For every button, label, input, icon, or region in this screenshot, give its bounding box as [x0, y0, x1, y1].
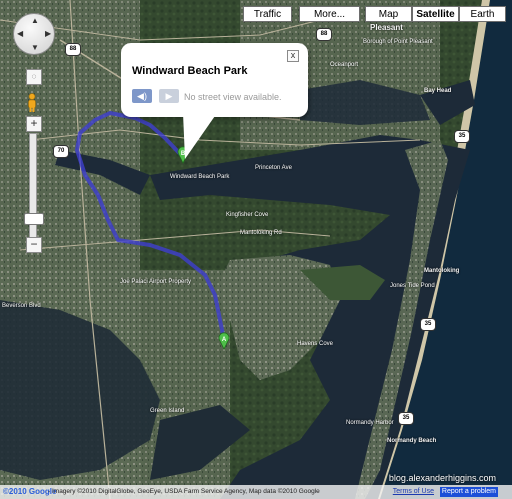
pan-down-icon[interactable]: ▼: [31, 43, 39, 52]
label-normandy-beach: Normandy Beach: [387, 438, 437, 444]
label-jones-tide-pond: Jones Tide Pond: [390, 283, 435, 289]
map-canvas[interactable]: Windward Beach Park Kingfisher Cove Mant…: [0, 0, 512, 499]
map-type-traffic-button[interactable]: Traffic: [243, 6, 292, 22]
pan-control[interactable]: ▲ ▼ ◀ ▶: [13, 13, 55, 55]
route-shield-35: 35: [454, 130, 470, 143]
zoom-in-button[interactable]: +: [26, 116, 42, 132]
label-green-island: Green Island: [150, 408, 185, 414]
marker-a[interactable]: A: [218, 332, 230, 350]
label-bay-head: Bay Head: [424, 88, 452, 94]
map-type-earth-button[interactable]: Earth: [459, 6, 506, 22]
pan-right-icon[interactable]: ▶: [45, 29, 51, 38]
marker-a-label: A: [222, 337, 227, 343]
map-type-map-button[interactable]: Map: [365, 6, 412, 22]
info-window-tail: [183, 113, 217, 159]
label-kingfisher-cove: Kingfisher Cove: [226, 212, 269, 218]
report-problem-link[interactable]: Report a problem: [439, 487, 498, 497]
attribution-bar: ©2010 Google - Imagery ©2010 DigitalGlob…: [0, 485, 512, 499]
zoom-slider-thumb[interactable]: [24, 213, 44, 225]
watermark: blog.alexanderhiggins.com: [388, 473, 496, 483]
label-oceanport: Oceanport: [330, 62, 359, 68]
close-button[interactable]: x: [287, 50, 299, 62]
info-window-title: Windward Beach Park: [132, 65, 248, 77]
street-view-icon: ▶: [159, 89, 179, 103]
route-shield-88: 88: [65, 43, 81, 56]
map-type-satellite-button[interactable]: Satellite: [412, 6, 459, 22]
label-beverson-blvd: Beverson Blvd: [2, 303, 41, 309]
info-window: x Windward Beach Park ◀) ▶ No street vie…: [121, 43, 308, 117]
street-view-message: No street view available.: [184, 92, 282, 102]
label-princeton-ave: Princeton Ave: [255, 165, 292, 171]
label-borough-point-pleasant: Borough of Point Pleasant: [363, 39, 433, 45]
label-windward-beach-park: Windward Beach Park: [170, 174, 230, 180]
route-shield-35: 35: [420, 318, 436, 331]
label-joe-palaci: Joe Palaci Airport Property: [120, 279, 192, 285]
label-pleasant: Pleasant: [370, 23, 403, 32]
label-mantoloking-rd: Mantoloking Rd: [240, 230, 282, 236]
pan-up-icon[interactable]: ▲: [31, 16, 39, 25]
label-normandy-harbor: Normandy Harbor: [346, 420, 394, 426]
pan-left-icon[interactable]: ◀: [17, 29, 23, 38]
center-icon[interactable]: ◌: [26, 69, 42, 85]
label-mantoloking: Mantoloking: [424, 268, 460, 274]
pegman-icon[interactable]: [25, 93, 39, 113]
zoom-out-button[interactable]: −: [26, 237, 42, 253]
route-shield-35: 35: [398, 412, 414, 425]
route-shield-70: 70: [53, 145, 69, 158]
imagery-attribution: - Imagery ©2010 DigitalGlobe, GeoEye, US…: [48, 488, 320, 495]
audio-icon[interactable]: ◀): [132, 89, 152, 103]
label-havens-cove: Havens Cove: [297, 341, 334, 347]
map-type-more-button[interactable]: More...: [299, 6, 360, 22]
terms-of-use-link[interactable]: Terms of Use: [393, 487, 434, 497]
route-shield-88: 88: [316, 28, 332, 41]
